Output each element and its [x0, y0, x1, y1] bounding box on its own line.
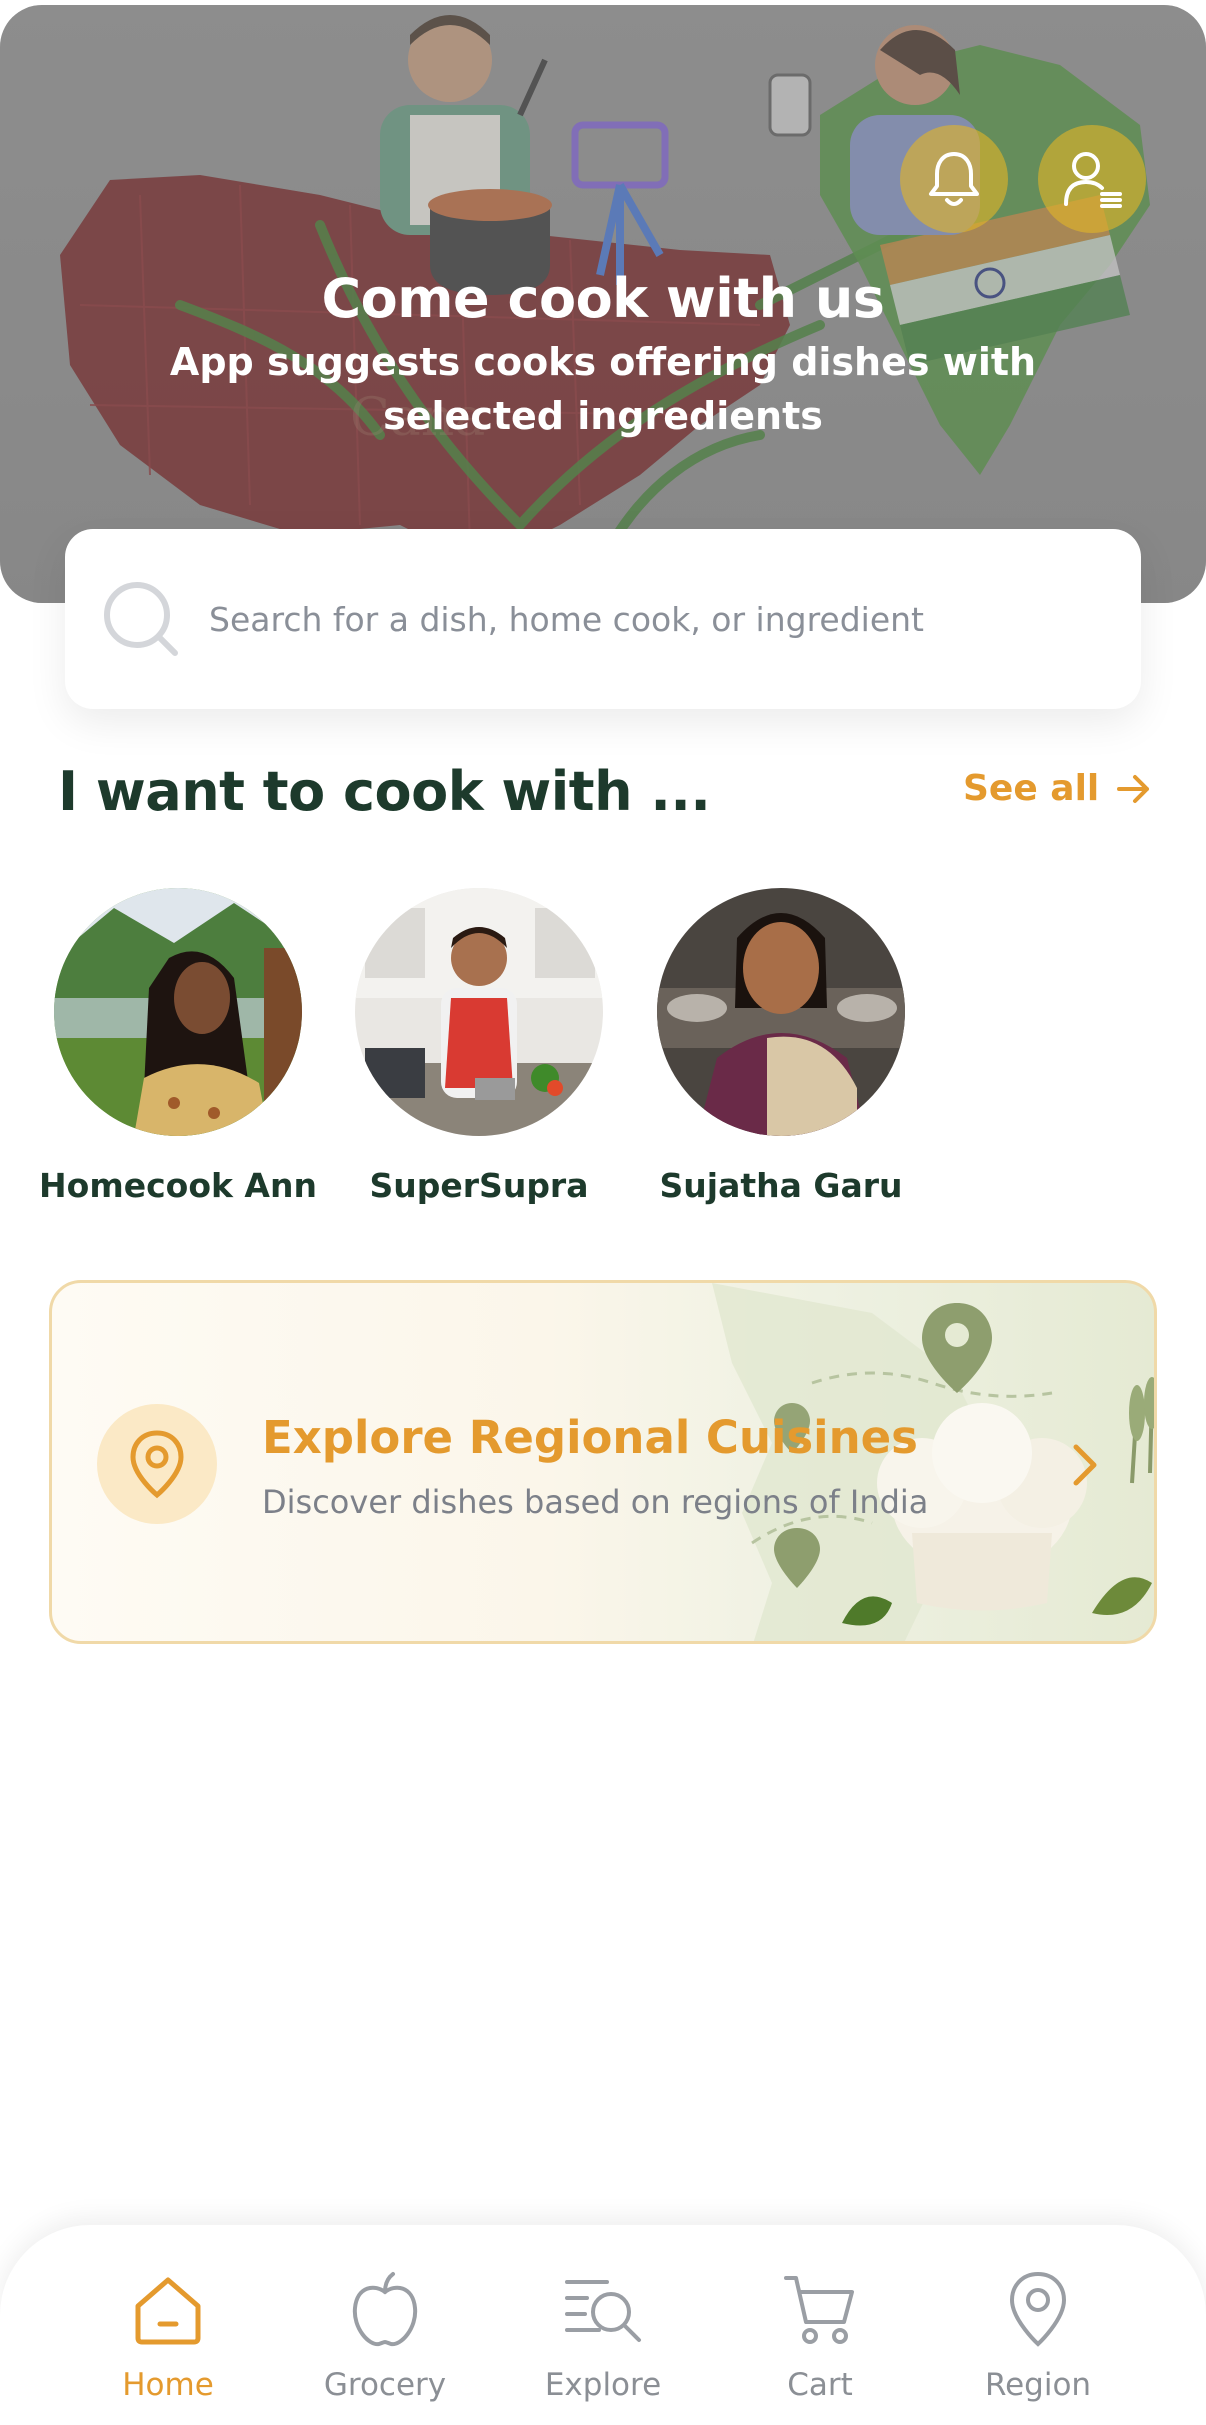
see-all-label: See all	[963, 768, 1100, 809]
chevron-right-icon	[1073, 1444, 1097, 1486]
hero-title: Come cook with us	[321, 267, 885, 330]
home-icon	[135, 2277, 201, 2345]
explore-regional-card[interactable]: Explore Regional Cuisines Discover dishe…	[49, 1280, 1157, 1644]
nav-item-home[interactable]: Home	[78, 2265, 258, 2403]
home-screen: Cana Come cook with us App suggests cook…	[0, 0, 1206, 2425]
cook-card[interactable]: SuperSupra	[334, 888, 624, 1205]
avatar[interactable]	[355, 888, 603, 1136]
apple-icon	[352, 2272, 418, 2347]
bell-icon	[929, 152, 979, 206]
bottom-navigation: Home Grocery Explore Cart Region	[0, 2225, 1206, 2425]
cook-photo	[657, 888, 905, 1136]
cook-card[interactable]: Sujatha Garu	[636, 888, 926, 1205]
profile-menu-button[interactable]	[1038, 125, 1146, 233]
region-card-description: Discover dishes based on regions of Indi…	[262, 1483, 929, 1521]
location-pin-badge	[97, 1404, 217, 1524]
cook-card[interactable]: Homecook Ann	[33, 888, 323, 1205]
cook-photo	[355, 888, 603, 1136]
cook-name: Sujatha Garu	[659, 1166, 903, 1205]
nav-item-region[interactable]: Region	[948, 2265, 1128, 2403]
search-bar[interactable]	[65, 529, 1141, 709]
search-input[interactable]	[209, 587, 1089, 651]
nav-item-grocery[interactable]: Grocery	[295, 2265, 475, 2403]
cook-photo	[54, 888, 302, 1136]
user-menu-icon	[1064, 152, 1122, 208]
explore-search-icon	[565, 2280, 641, 2342]
location-pin-icon	[130, 1430, 184, 1499]
nav-label: Region	[984, 2367, 1092, 2403]
nav-label: Cart	[787, 2367, 853, 2403]
cart-icon	[784, 2276, 854, 2344]
cooks-section-title: I want to cook with ...	[58, 760, 711, 823]
nav-item-explore[interactable]: Explore	[513, 2265, 693, 2403]
hero-subtitle: App suggests cooks offering dishes with …	[169, 340, 1037, 438]
cook-name: SuperSupra	[369, 1166, 589, 1205]
nav-label: Home	[122, 2367, 214, 2403]
arrow-right-icon	[1117, 774, 1150, 803]
nav-label: Grocery	[323, 2367, 447, 2403]
search-icon	[104, 582, 178, 656]
region-card-title: Explore Regional Cuisines	[262, 1411, 918, 1464]
cook-name: Homecook Ann	[39, 1166, 317, 1205]
nav-label: Explore	[544, 2367, 662, 2403]
hero-banner: Cana Come cook with us App suggests cook…	[0, 5, 1206, 603]
nav-item-cart[interactable]: Cart	[730, 2265, 910, 2403]
avatar[interactable]	[657, 888, 905, 1136]
map-pin-icon	[1009, 2271, 1067, 2347]
see-all-link[interactable]: See all	[963, 768, 1151, 809]
avatar[interactable]	[54, 888, 302, 1136]
notifications-button[interactable]	[900, 125, 1008, 233]
